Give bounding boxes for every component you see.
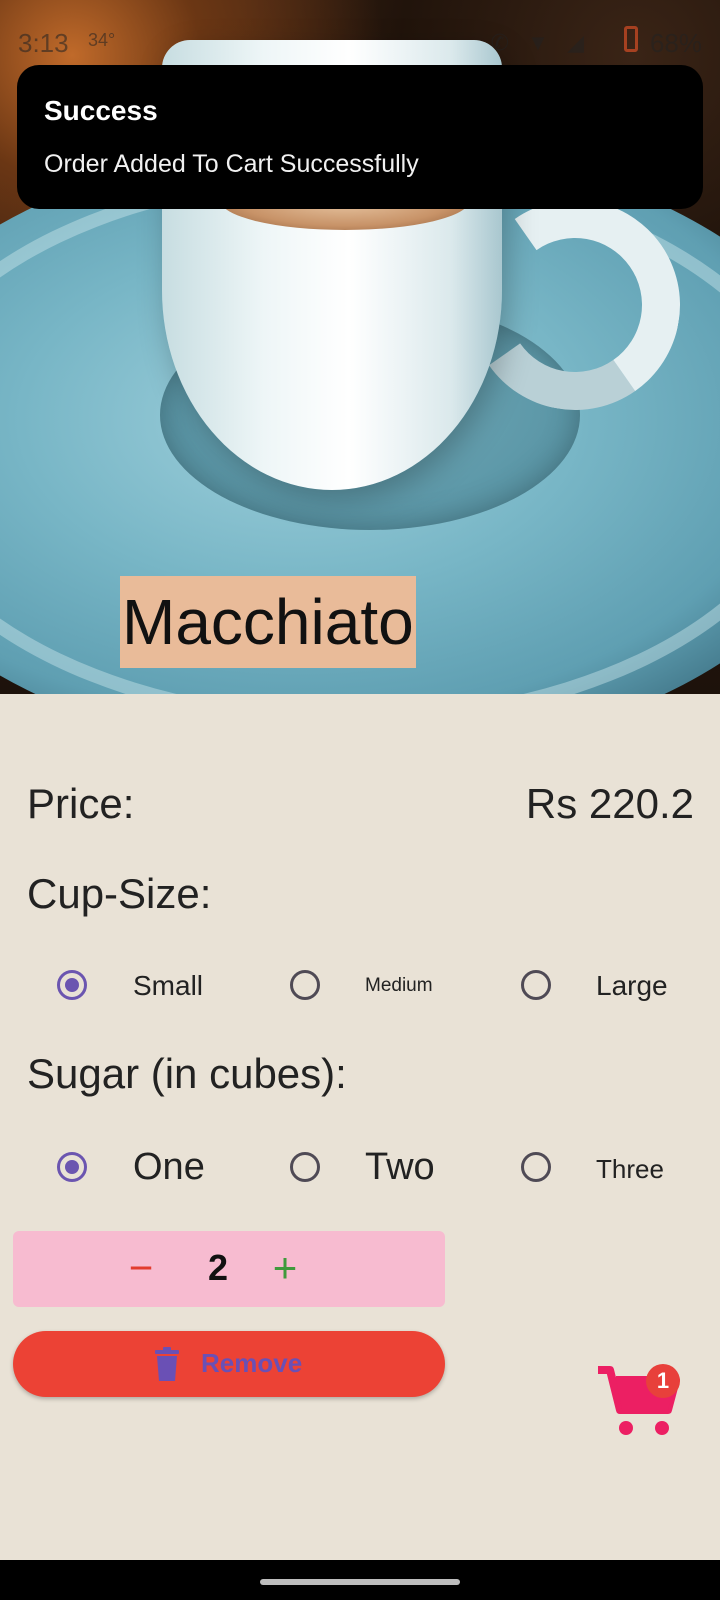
- cart-badge: 1: [646, 1364, 680, 1398]
- product-title: Macchiato: [120, 576, 416, 668]
- status-battery: 68%: [649, 28, 702, 58]
- home-gesture-handle[interactable]: [260, 1579, 460, 1585]
- quantity-value: 2: [207, 1247, 229, 1288]
- sugar-three-radio[interactable]: [521, 1152, 551, 1182]
- remove-button[interactable]: Remove: [13, 1331, 445, 1397]
- cup-size-small-radio[interactable]: [57, 970, 87, 1000]
- price-value: Rs 220.2: [525, 780, 694, 827]
- cup-size-small-label[interactable]: Small: [133, 970, 203, 1002]
- trash-icon: [155, 1347, 179, 1381]
- signal-wifi-icons: ✆ ▼ ◢: [490, 30, 590, 55]
- increase-quantity-button[interactable]: +: [263, 1243, 307, 1293]
- sugar-three-label[interactable]: Three: [596, 1154, 664, 1185]
- cup-size-large-radio[interactable]: [521, 970, 551, 1000]
- sugar-label: Sugar (in cubes):: [27, 1050, 347, 1097]
- success-snackbar[interactable]: Success Order Added To Cart Successfully: [17, 65, 703, 209]
- cup-size-large-label[interactable]: Large: [596, 970, 668, 1002]
- snackbar-message: Order Added To Cart Successfully: [44, 150, 419, 178]
- sugar-two-radio[interactable]: [290, 1152, 320, 1182]
- sugar-one-radio[interactable]: [57, 1152, 87, 1182]
- sugar-two-label[interactable]: Two: [365, 1146, 435, 1189]
- sugar-one-label[interactable]: One: [133, 1146, 205, 1189]
- system-nav-bar: [0, 1560, 720, 1600]
- remove-button-label: Remove: [201, 1348, 303, 1378]
- decrease-quantity-button[interactable]: −: [119, 1243, 163, 1293]
- status-temperature: 34°: [88, 30, 116, 50]
- snackbar-title: Success: [44, 95, 158, 126]
- cup-size-label: Cup-Size:: [27, 870, 212, 917]
- price-label: Price:: [27, 780, 135, 827]
- cup-size-medium-label[interactable]: Medium: [365, 975, 433, 997]
- quantity-stepper: − 2 +: [13, 1231, 445, 1307]
- status-time: 3:13: [18, 28, 69, 58]
- battery-icon: [624, 26, 638, 52]
- cup-size-medium-radio[interactable]: [290, 970, 320, 1000]
- status-bar: 3:13 34° ✆ ▼ ◢ 68%: [0, 24, 720, 60]
